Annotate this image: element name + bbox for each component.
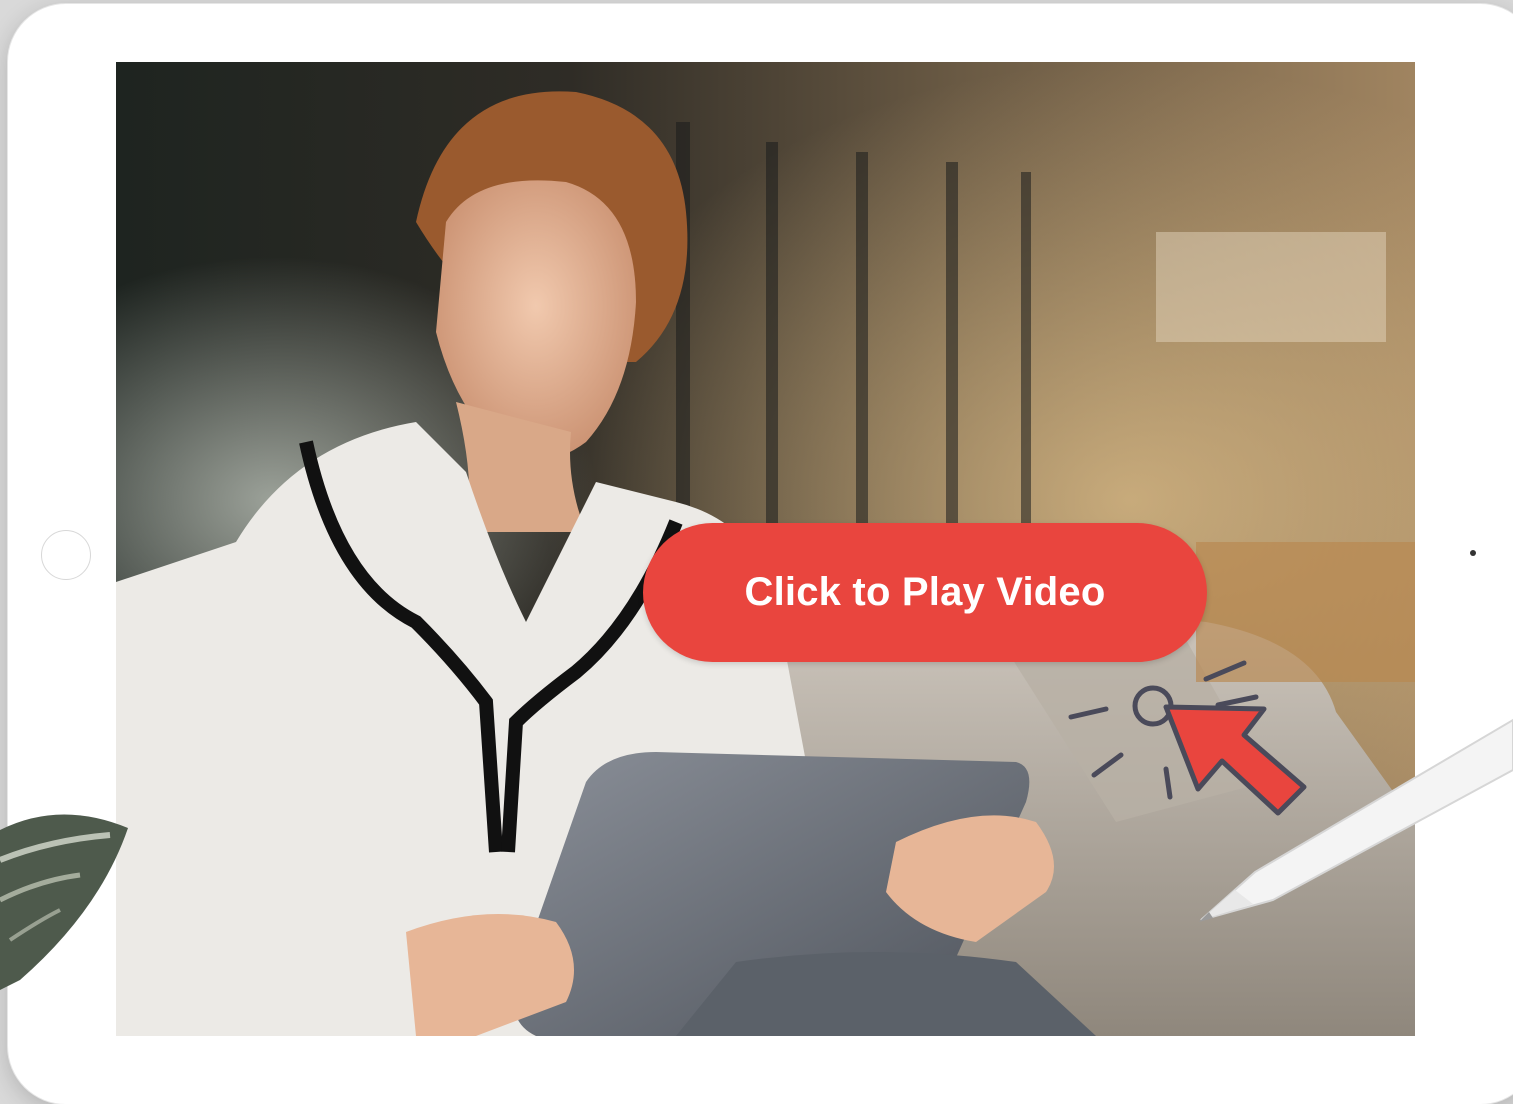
camera-dot [1470,550,1476,556]
play-video-button[interactable]: Click to Play Video [643,523,1207,662]
stylus-pencil [1199,718,1513,922]
home-button [41,530,91,580]
leaf-decoration [0,814,128,990]
